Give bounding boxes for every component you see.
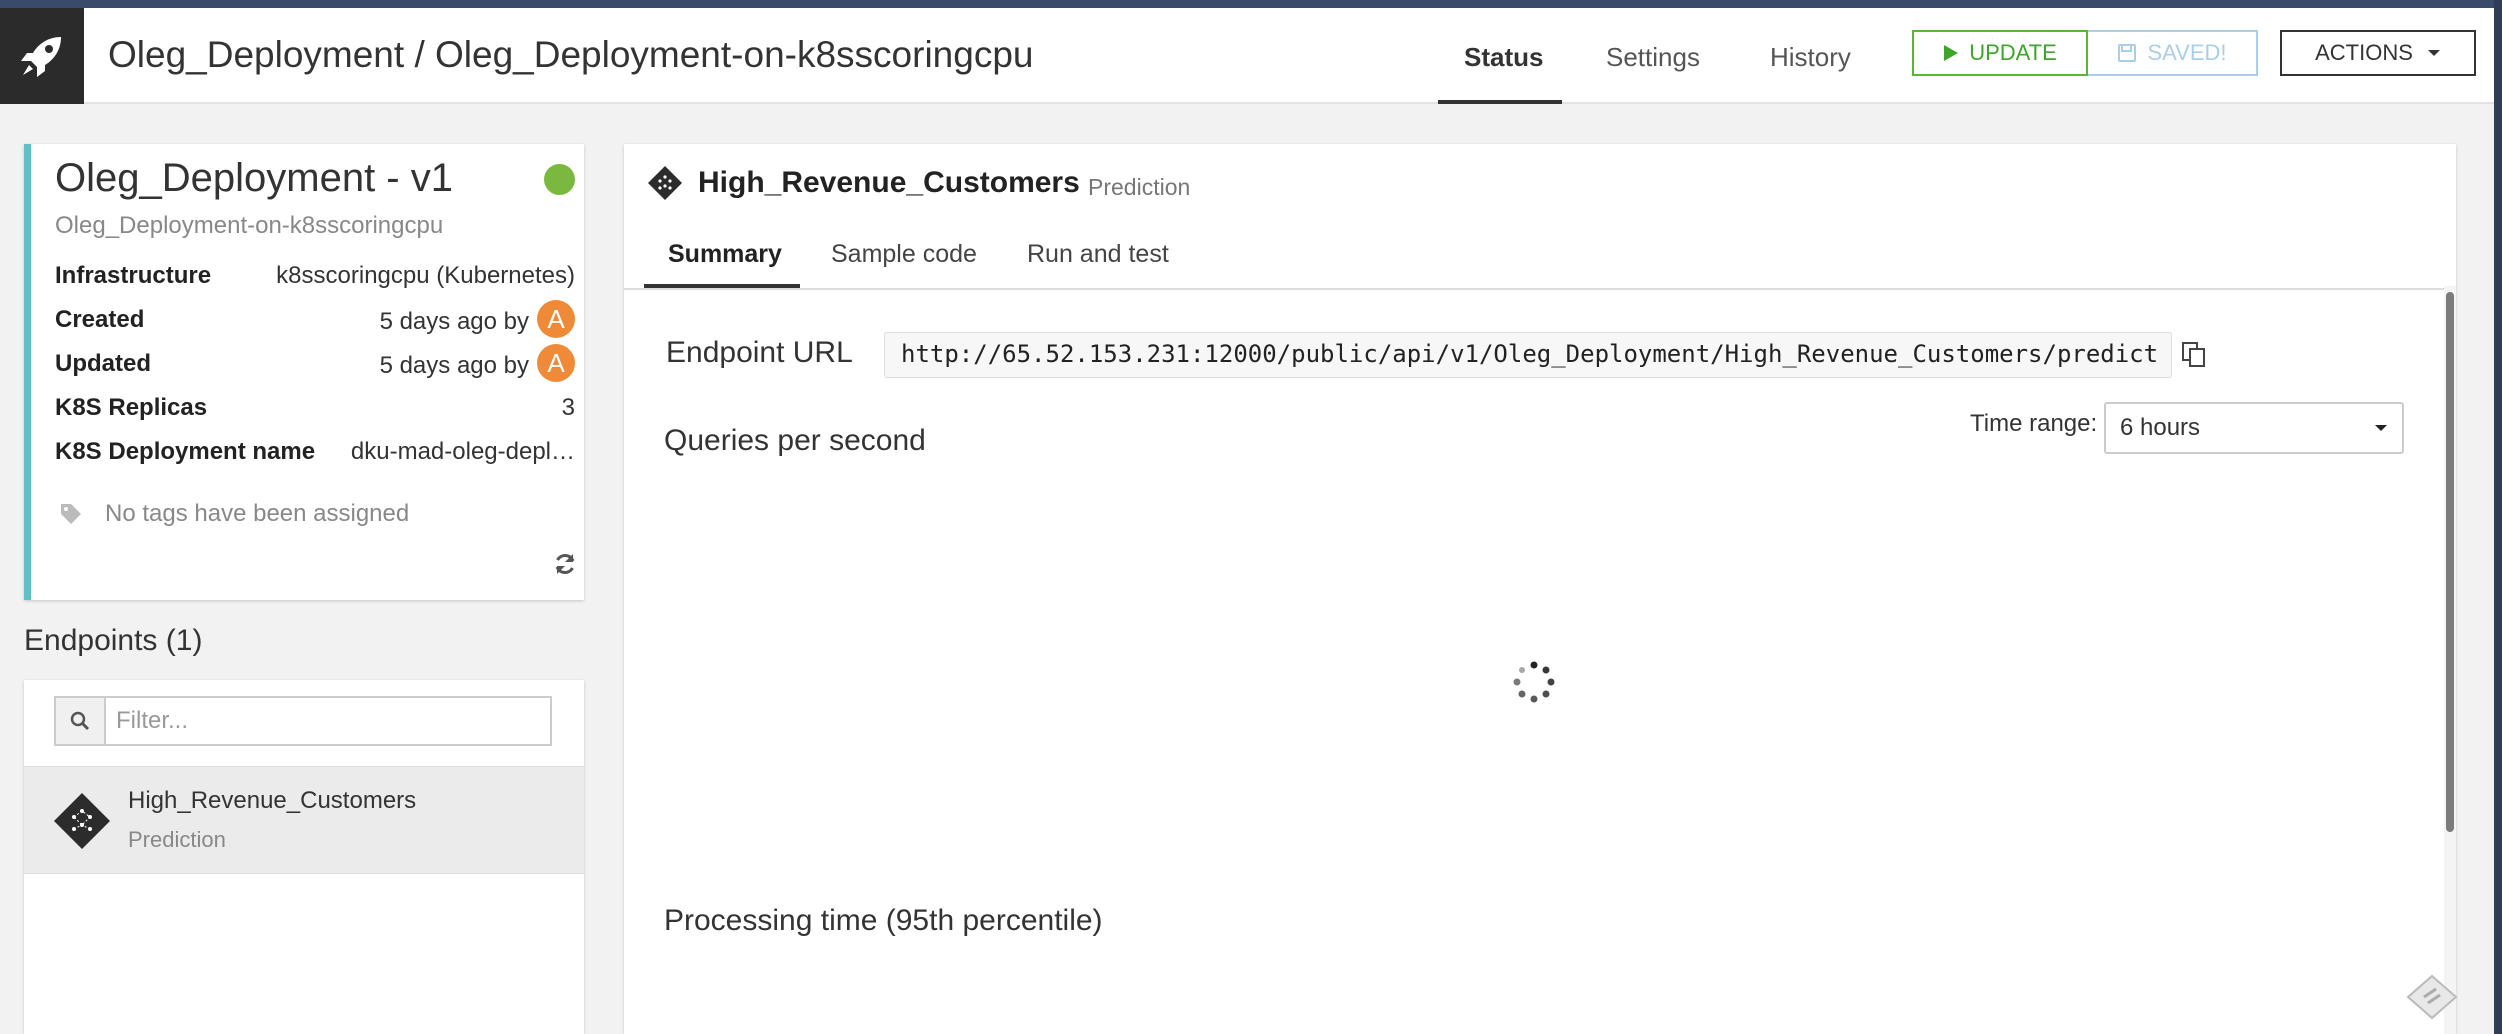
endpoint-url-label: Endpoint URL	[666, 336, 853, 369]
search-icon-box	[56, 698, 106, 744]
property-label: Updated	[55, 350, 151, 377]
deployment-card: Oleg_Deployment - v1 Oleg_Deployment-on-…	[24, 144, 584, 600]
tab-status[interactable]: Status	[1464, 42, 1543, 73]
update-label: UPDATE	[1969, 40, 2057, 65]
avatar[interactable]: A	[537, 344, 575, 382]
endpoint-url-value[interactable]: http://65.52.153.231:12000/public/api/v1…	[884, 332, 2172, 378]
property-value: k8sscoringcpu (Kubernetes)	[276, 262, 575, 289]
tab-history[interactable]: History	[1770, 42, 1851, 73]
property-label: K8S Deployment name	[55, 438, 316, 465]
endpoint-type-label: Prediction	[1088, 174, 1191, 200]
endpoint-type: Prediction	[128, 827, 226, 852]
deployment-title: Oleg_Deployment - v1	[55, 156, 453, 200]
tab-summary[interactable]: Summary	[668, 236, 782, 290]
tags-empty-text: No tags have been assigned	[105, 500, 410, 527]
endpoints-heading: Endpoints (1)	[24, 624, 203, 657]
feedback-widget[interactable]	[2406, 974, 2458, 1025]
filter-box	[54, 696, 552, 746]
avatar[interactable]: A	[537, 300, 575, 338]
property-label: K8S Replicas	[55, 394, 208, 421]
loading-spinner-icon	[1512, 660, 1556, 709]
saved-label: SAVED!	[2147, 40, 2227, 65]
endpoint-title: High_Revenue_Customers	[698, 166, 1080, 199]
time-range-label: Time range:	[1970, 410, 2098, 437]
property-infrastructure: Infrastructure k8sscoringcpu (Kubernetes…	[55, 262, 575, 302]
tab-sample-code[interactable]: Sample code	[831, 236, 977, 290]
saved-button[interactable]: SAVED!	[2088, 30, 2258, 76]
scrollbar-thumb[interactable]	[2446, 292, 2454, 832]
filter-input[interactable]	[106, 698, 550, 744]
active-tab-indicator	[1438, 100, 1562, 104]
breadcrumb[interactable]: Oleg_Deployment / Oleg_Deployment-on-k8s…	[108, 34, 1033, 76]
tags-row[interactable]: No tags have been assigned	[59, 500, 409, 528]
endpoint-name: High_Revenue_Customers	[128, 787, 417, 814]
update-button[interactable]: UPDATE	[1912, 30, 2088, 76]
actions-dropdown[interactable]: ACTIONS	[2280, 30, 2476, 76]
play-icon	[1944, 45, 1959, 61]
endpoint-list-item[interactable]: High_Revenue_Customers Prediction	[24, 766, 584, 874]
property-updated: Updated 5 days ago by A	[55, 344, 575, 390]
caret-down-icon	[2375, 425, 2387, 431]
rocket-logo[interactable]	[0, 8, 84, 104]
tag-icon	[61, 504, 81, 524]
rocket-icon	[21, 37, 61, 77]
endpoints-panel: High_Revenue_Customers Prediction	[24, 680, 584, 1034]
processing-time-chart-title: Processing time (95th percentile)	[664, 904, 1103, 937]
caret-down-icon	[2427, 50, 2440, 56]
time-range-value: 6 hours	[2120, 414, 2201, 441]
endpoint-detail-panel: High_Revenue_Customers Prediction Summar…	[624, 144, 2456, 1034]
status-indicator	[544, 164, 575, 195]
actions-label: ACTIONS	[2315, 40, 2413, 65]
qps-chart-title: Queries per second	[664, 424, 926, 457]
property-label: Created	[55, 306, 145, 333]
window-right-strip	[2494, 0, 2502, 1034]
deployment-subtitle: Oleg_Deployment-on-k8sscoringcpu	[55, 212, 444, 239]
refresh-button[interactable]	[553, 552, 577, 581]
prediction-model-icon	[648, 166, 682, 205]
tab-run-and-test[interactable]: Run and test	[1027, 236, 1169, 290]
copy-icon	[2182, 342, 2205, 367]
property-value: dku-mad-oleg-depl…	[350, 438, 575, 465]
property-value: 5 days ago by	[379, 352, 529, 379]
property-replicas: K8S Replicas 3	[55, 394, 575, 434]
property-value: 5 days ago by	[379, 308, 529, 335]
property-created: Created 5 days ago by A	[55, 300, 575, 346]
tab-settings[interactable]: Settings	[1606, 42, 1700, 73]
feedback-icon	[2406, 974, 2458, 1020]
subtab-bar: Summary Sample code Run and test	[624, 236, 2456, 290]
prediction-model-icon	[54, 793, 110, 854]
refresh-icon	[555, 553, 575, 575]
copy-button[interactable]	[2180, 340, 2208, 373]
window-top-strip	[0, 0, 2502, 8]
property-label: Infrastructure	[55, 262, 212, 289]
property-deployment-name: K8S Deployment name dku-mad-oleg-depl…	[55, 438, 575, 478]
time-range-select[interactable]: 6 hours	[2104, 402, 2404, 454]
property-value: 3	[561, 394, 575, 421]
top-header: Oleg_Deployment / Oleg_Deployment-on-k8s…	[0, 8, 2494, 104]
floppy-icon	[2118, 44, 2137, 62]
search-icon	[70, 711, 90, 731]
active-subtab-indicator	[644, 284, 800, 288]
